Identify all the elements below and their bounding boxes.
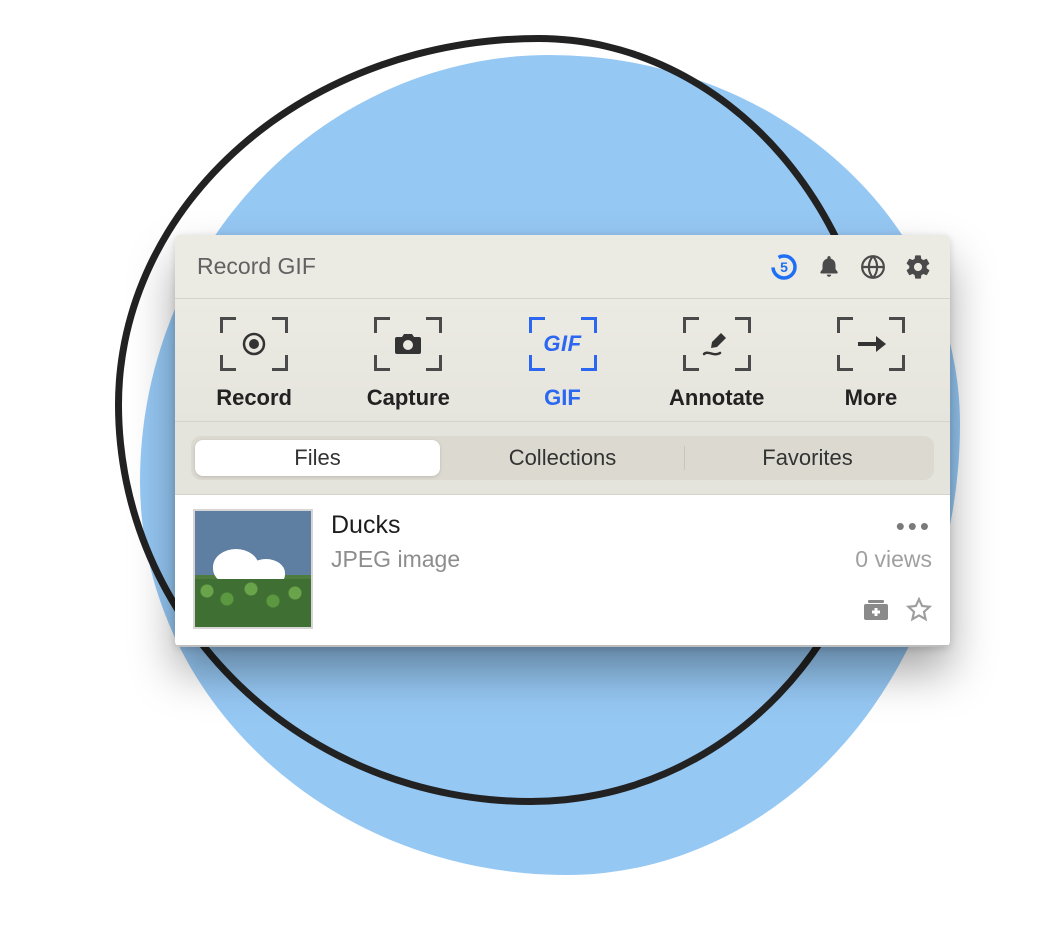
- gif-icon: GIF: [529, 317, 597, 371]
- item-content: Ducks ••• JPEG image 0 views: [331, 509, 932, 628]
- header-actions: 5: [770, 253, 932, 281]
- tool-label: Record: [216, 385, 292, 411]
- item-actions: [331, 597, 932, 628]
- item-thumbnail: [193, 509, 313, 629]
- tool-capture[interactable]: Capture: [331, 317, 485, 411]
- arrow-right-icon: [837, 317, 905, 371]
- main-toolbar: Record Capture GIF GIF Annotate: [175, 299, 950, 422]
- window-title: Record GIF: [197, 253, 316, 280]
- item-title: Ducks: [331, 511, 400, 540]
- countdown-number: 5: [780, 259, 788, 275]
- tab-files[interactable]: Files: [195, 440, 440, 476]
- camera-icon: [374, 317, 442, 371]
- add-to-collection-icon[interactable]: [862, 597, 890, 628]
- star-icon[interactable]: [906, 597, 932, 628]
- countdown-timer-icon[interactable]: 5: [770, 253, 798, 281]
- tab-collections[interactable]: Collections: [440, 440, 685, 476]
- record-icon: [220, 317, 288, 371]
- tool-label: GIF: [544, 385, 581, 411]
- tool-gif[interactable]: GIF GIF: [485, 317, 639, 411]
- segmented-control: Files Collections Favorites: [191, 436, 934, 480]
- file-list: Ducks ••• JPEG image 0 views: [175, 495, 950, 647]
- tool-label: Capture: [367, 385, 450, 411]
- tool-label: Annotate: [669, 385, 764, 411]
- pen-icon: [683, 317, 751, 371]
- tool-annotate[interactable]: Annotate: [640, 317, 794, 411]
- tool-record[interactable]: Record: [177, 317, 331, 411]
- item-views: 0 views: [855, 546, 932, 573]
- window-header: Record GIF 5: [175, 235, 950, 299]
- tool-label: More: [845, 385, 898, 411]
- bell-icon[interactable]: [816, 254, 842, 280]
- app-window: Record GIF 5: [175, 235, 950, 647]
- tabs-container: Files Collections Favorites: [175, 422, 950, 495]
- list-item[interactable]: Ducks ••• JPEG image 0 views: [193, 509, 932, 629]
- tab-favorites[interactable]: Favorites: [685, 440, 930, 476]
- globe-icon[interactable]: [860, 254, 886, 280]
- tool-more[interactable]: More: [794, 317, 948, 411]
- gear-icon[interactable]: [904, 253, 932, 281]
- more-options-icon[interactable]: •••: [896, 521, 932, 531]
- item-subtitle: JPEG image: [331, 546, 460, 573]
